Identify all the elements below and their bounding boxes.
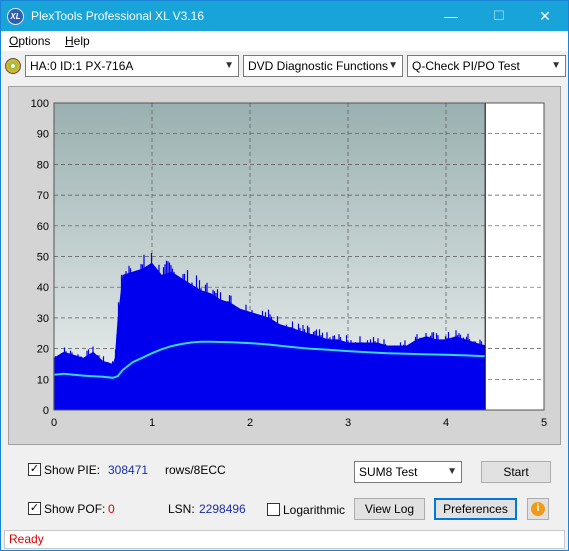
sum-test-select[interactable]: SUM8 Test ▼ — [354, 461, 462, 483]
y-axis-ticks: 0 10 20 30 40 50 60 70 80 90 100 — [31, 98, 49, 417]
start-button[interactable]: Start — [481, 461, 551, 483]
function-select[interactable]: DVD Diagnostic Functions ▼ — [243, 55, 403, 77]
x-tick-label: 0 — [51, 417, 57, 429]
app-logo-icon: XL — [7, 8, 24, 25]
controls-panel: ✓ Show PIE: 308471 rows/8ECC SUM8 Test ▼… — [8, 453, 561, 526]
y-tick-label: 50 — [37, 252, 49, 264]
minimize-button[interactable]: — — [428, 1, 474, 31]
preferences-button-label: Preferences — [443, 502, 508, 516]
y-tick-label: 0 — [43, 405, 49, 417]
status-text: Ready — [9, 532, 44, 546]
status-bar: Ready — [4, 530, 565, 549]
logarithmic-checkbox[interactable] — [267, 503, 280, 516]
y-tick-label: 70 — [37, 190, 49, 202]
menu-help-label: elp — [73, 34, 90, 48]
chart-panel: 0 10 20 30 40 50 60 70 80 90 100 0 1 2 3 4 5 — [8, 86, 561, 445]
disc-drive-icon — [5, 58, 21, 74]
menu-bar: Options Help — [1, 31, 568, 51]
menu-options-mnemonic: O — [9, 34, 19, 48]
show-pie-label: Show PIE: — [44, 463, 101, 477]
y-tick-label: 10 — [37, 374, 49, 386]
chevron-down-icon: ▼ — [447, 466, 457, 477]
y-tick-label: 80 — [37, 159, 49, 171]
y-tick-label: 30 — [37, 313, 49, 325]
y-tick-label: 40 — [37, 282, 49, 294]
function-select-value: DVD Diagnostic Functions — [248, 59, 389, 73]
view-log-button-label: View Log — [364, 502, 415, 516]
maximize-button[interactable]: ☐ — [476, 1, 522, 31]
info-icon: i — [531, 502, 545, 516]
app-window: XL PlexTools Professional XL V3.16 — ☐ ✕… — [0, 0, 569, 551]
title-bar[interactable]: XL PlexTools Professional XL V3.16 — ☐ ✕ — [1, 1, 568, 31]
y-tick-label: 90 — [37, 129, 49, 141]
toolbar: HA:0 ID:1 PX-716A ▼ DVD Diagnostic Funct… — [1, 52, 568, 80]
test-select-value: Q-Check PI/PO Test — [412, 59, 520, 73]
pi-po-chart: 0 10 20 30 40 50 60 70 80 90 100 0 1 2 3 4 5 — [31, 98, 547, 429]
window-title: PlexTools Professional XL V3.16 — [31, 9, 204, 23]
view-log-button[interactable]: View Log — [354, 498, 425, 520]
x-tick-label: 3 — [345, 417, 351, 429]
menu-options[interactable]: Options — [9, 34, 50, 48]
show-pof-checkbox[interactable]: ✓ — [28, 502, 41, 515]
chevron-down-icon: ▼ — [551, 60, 561, 71]
menu-help-mnemonic: H — [65, 34, 74, 48]
x-tick-label: 1 — [149, 417, 155, 429]
drive-select-value: HA:0 ID:1 PX-716A — [30, 59, 134, 73]
y-tick-label: 20 — [37, 344, 49, 356]
y-tick-label: 100 — [31, 98, 49, 110]
logarithmic-label: Logarithmic — [283, 503, 346, 517]
x-tick-label: 5 — [541, 417, 547, 429]
menu-options-label: ptions — [18, 34, 51, 48]
test-select[interactable]: Q-Check PI/PO Test ▼ — [407, 55, 566, 77]
show-pie-checkbox[interactable]: ✓ — [28, 463, 41, 476]
sum-test-select-value: SUM8 Test — [359, 465, 418, 479]
info-button[interactable]: i — [527, 498, 549, 520]
x-tick-label: 2 — [247, 417, 253, 429]
menu-help[interactable]: Help — [65, 34, 90, 48]
drive-select[interactable]: HA:0 ID:1 PX-716A ▼ — [25, 55, 239, 77]
lsn-label: LSN: — [168, 502, 195, 516]
preferences-button[interactable]: Preferences — [434, 498, 517, 520]
close-button[interactable]: ✕ — [522, 1, 568, 31]
pof-value: 0 — [108, 502, 115, 516]
x-tick-label: 4 — [443, 417, 449, 429]
pie-unit: rows/8ECC — [165, 463, 226, 477]
chevron-down-icon: ▼ — [388, 60, 398, 71]
show-pof-label: Show POF: — [44, 502, 106, 516]
x-axis-ticks: 0 1 2 3 4 5 — [51, 417, 547, 429]
start-button-label: Start — [503, 465, 529, 479]
pie-value: 308471 — [108, 463, 149, 477]
lsn-value: 2298496 — [199, 502, 246, 516]
chevron-down-icon: ▼ — [224, 60, 234, 71]
y-tick-label: 60 — [37, 221, 49, 233]
plot-unfilled-area — [485, 103, 544, 410]
